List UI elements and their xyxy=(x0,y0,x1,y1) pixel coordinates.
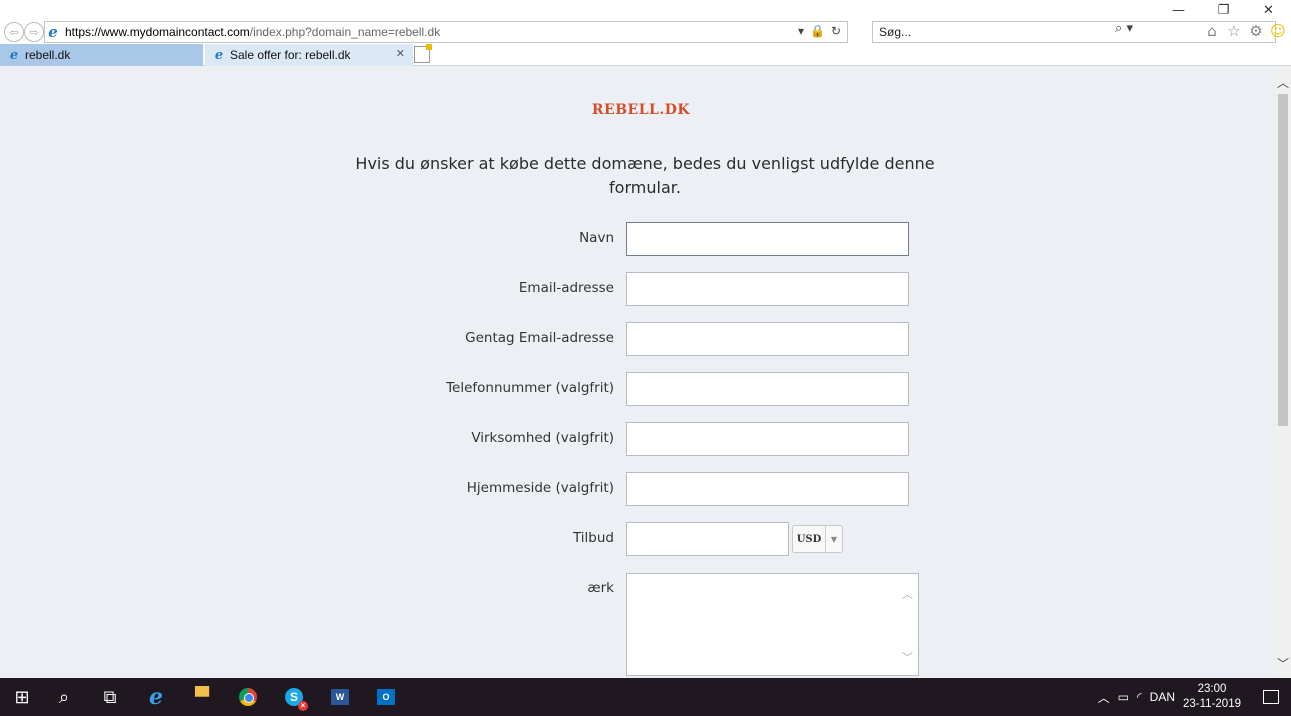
battery-icon[interactable]: ▭ xyxy=(1118,690,1129,704)
skype-logo: S xyxy=(285,688,308,711)
tab-label: Sale offer for: rebell.dk xyxy=(230,48,351,62)
url-text: https://www.mydomaincontact.com/index.ph… xyxy=(65,25,440,39)
company-input[interactable] xyxy=(626,422,909,456)
offer-input[interactable] xyxy=(626,522,789,556)
folder-icon: ▀ xyxy=(195,686,209,708)
ie-tab-icon: e xyxy=(9,47,19,63)
home-icon[interactable]: ⌂ xyxy=(1203,22,1221,40)
scroll-up-icon[interactable]: ︿ xyxy=(1277,74,1289,91)
chevron-down-icon: ▼ xyxy=(830,534,838,544)
restore-button[interactable]: ❐ xyxy=(1201,0,1246,20)
lock-icon[interactable]: 🔒 xyxy=(810,24,825,38)
address-bar-row: ⇦ ⇨ e https://www.mydomaincontact.com/in… xyxy=(0,20,1291,44)
clock-time: 23:00 xyxy=(1197,683,1227,695)
dropdown-arrow-icon[interactable]: ▾ xyxy=(798,24,804,38)
tab-close-icon[interactable]: ✕ xyxy=(396,47,405,60)
chevron-down-icon[interactable]: ﹀ xyxy=(902,649,913,665)
currency-select[interactable]: USD ▼ xyxy=(792,525,843,553)
skype-icon[interactable]: S xyxy=(272,678,316,716)
chevron-up-icon[interactable]: ︿ xyxy=(1098,689,1110,706)
search-icon[interactable]: ⌕ xyxy=(42,678,86,716)
screen: — ❐ ✕ ⇦ ⇨ e https://www.mydomaincontact.… xyxy=(0,0,1291,716)
settings-gear-icon[interactable]: ⚙ xyxy=(1247,22,1265,40)
email-label: Email-adresse xyxy=(518,280,614,296)
system-tray: ︿ ▭ ◜ DAN 23:00 23-11-2019 xyxy=(1098,678,1291,716)
name-label: Navn xyxy=(579,230,614,246)
url-path: /index.php?domain_name=rebell.dk xyxy=(249,25,441,39)
window-controls: — ❐ ✕ xyxy=(1156,0,1291,20)
clock-date: 23-11-2019 xyxy=(1183,698,1241,710)
notifications-icon[interactable] xyxy=(1263,690,1279,704)
file-explorer-icon[interactable]: ▀ xyxy=(180,678,224,716)
minimize-button[interactable]: — xyxy=(1156,0,1201,20)
tab-rebell[interactable]: e rebell.dk xyxy=(0,44,203,66)
chrome-icon[interactable] xyxy=(226,678,270,716)
back-icon[interactable]: ⇦ xyxy=(4,22,24,42)
address-bar[interactable]: e https://www.mydomaincontact.com/index.… xyxy=(44,21,848,43)
internet-explorer-icon[interactable]: e xyxy=(134,678,178,716)
remark-label: ærk xyxy=(587,580,614,596)
task-view-icon[interactable]: ⧉ xyxy=(88,678,132,716)
company-label: Virksomhed (valgfrit) xyxy=(471,430,614,446)
phone-label: Telefonnummer (valgfrit) xyxy=(446,380,614,396)
toolbar-icons: ⌂ ☆ ⚙ ☺ xyxy=(1203,22,1287,40)
page-scrollbar[interactable]: ︿ ﹀ xyxy=(1275,66,1291,678)
outlook-logo: O xyxy=(377,689,395,705)
page-content: REBELL.DK Hvis du ønsker at købe dette d… xyxy=(0,66,1275,678)
chevron-up-icon[interactable]: ︿ xyxy=(902,586,913,602)
close-button[interactable]: ✕ xyxy=(1246,0,1291,20)
taskbar: ⊞ ⌕ ⧉ e ▀ S W O ︿ ▭ ◜ DAN 23:00 23-11-20… xyxy=(0,678,1291,716)
windows-start-icon[interactable]: ⊞ xyxy=(0,678,44,716)
tab-sale-offer[interactable]: e Sale offer for: rebell.dk ✕ xyxy=(205,44,413,66)
intro-text: Hvis du ønsker at købe dette domæne, bed… xyxy=(355,154,935,197)
email-repeat-label: Gentag Email-adresse xyxy=(465,330,614,346)
refresh-icon[interactable]: ↻ xyxy=(831,24,841,38)
email-input[interactable] xyxy=(626,272,909,306)
phone-input[interactable] xyxy=(626,372,909,406)
feedback-smiley-icon[interactable]: ☺ xyxy=(1269,22,1287,40)
outlook-icon[interactable]: O xyxy=(364,678,408,716)
tab-label: rebell.dk xyxy=(25,48,71,62)
word-logo: W xyxy=(331,689,349,705)
ie-page-icon: e xyxy=(48,23,58,41)
scroll-down-icon[interactable]: ﹀ xyxy=(1277,655,1289,672)
remark-textarea[interactable]: ︿ ﹀ xyxy=(626,573,919,676)
currency-value: USD xyxy=(793,526,826,552)
clock[interactable]: 23:00 23-11-2019 xyxy=(1183,682,1249,712)
domain-title: REBELL.DK xyxy=(591,102,691,118)
ie-logo: e xyxy=(149,684,163,710)
website-label: Hjemmeside (valgfrit) xyxy=(466,480,614,496)
email-repeat-input[interactable] xyxy=(626,322,909,356)
scroll-thumb[interactable] xyxy=(1278,94,1288,426)
wifi-icon[interactable]: ◜ xyxy=(1137,690,1142,704)
search-placeholder: Søg... xyxy=(879,25,912,39)
chrome-logo xyxy=(239,688,257,706)
favorites-star-icon[interactable]: ☆ xyxy=(1225,22,1243,40)
ie-tab-icon: e xyxy=(214,47,224,63)
word-icon[interactable]: W xyxy=(318,678,362,716)
new-tab-button[interactable] xyxy=(414,44,432,63)
search-icon[interactable]: ⌕ ▾ xyxy=(1115,21,1133,36)
language-indicator[interactable]: DAN xyxy=(1150,690,1175,704)
website-input[interactable] xyxy=(626,472,909,506)
address-tools: ▾ 🔒 ↻ xyxy=(798,24,841,38)
tab-bar: e rebell.dk e Sale offer for: rebell.dk … xyxy=(0,44,1291,66)
forward-icon[interactable]: ⇨ xyxy=(24,22,44,42)
url-host: https://www.mydomaincontact.com xyxy=(65,25,250,39)
name-input[interactable] xyxy=(626,222,909,256)
offer-label: Tilbud xyxy=(572,530,614,546)
